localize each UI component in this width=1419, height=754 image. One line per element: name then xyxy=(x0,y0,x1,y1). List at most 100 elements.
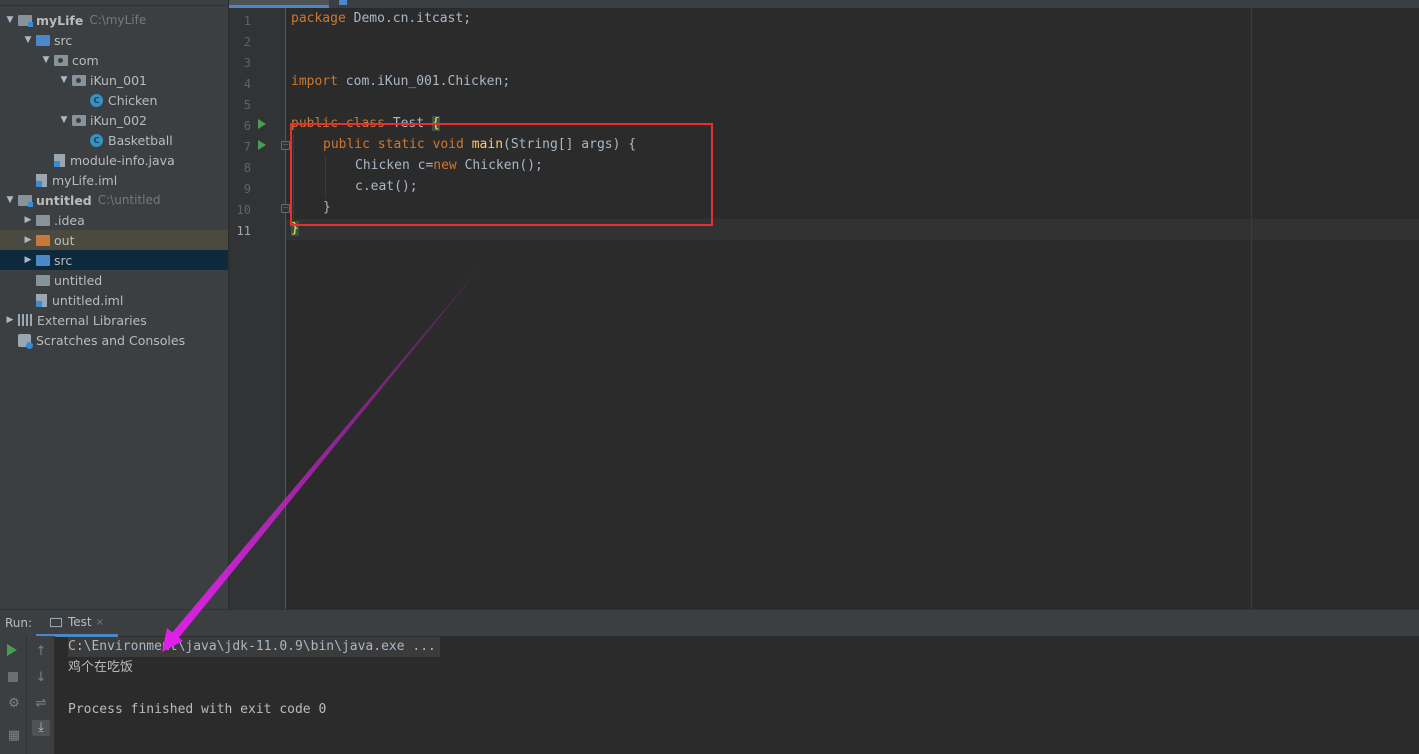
class-icon: C xyxy=(90,93,103,107)
line-number: 7 xyxy=(243,140,251,154)
tree-item-src[interactable]: ▼ src xyxy=(0,30,228,50)
module-folder-icon xyxy=(18,194,33,207)
file-icon xyxy=(36,173,47,187)
console-command-line: C:\Environment\java\jdk-11.0.9\bin\java.… xyxy=(68,637,440,657)
module-folder-icon xyxy=(18,14,33,27)
tree-item-src[interactable]: ▶ src xyxy=(0,250,228,270)
output-folder-icon xyxy=(36,234,50,246)
tree-item-com[interactable]: ▼ com xyxy=(0,50,228,70)
line-number: 9 xyxy=(243,182,251,196)
run-left-toolbar: ⚙ ▦ xyxy=(0,636,27,754)
keyword: package xyxy=(291,11,346,26)
package-icon xyxy=(72,114,86,126)
tree-item-label: untitled xyxy=(36,192,92,208)
chevron-down-icon[interactable]: ▼ xyxy=(4,15,16,25)
soft-wrap-icon[interactable]: ⇌ xyxy=(33,696,49,712)
run-tab-label: Test xyxy=(68,615,92,629)
package-icon xyxy=(54,54,68,66)
chevron-down-icon[interactable]: ▼ xyxy=(58,75,70,85)
gear-icon[interactable]: ⚙ xyxy=(6,696,22,712)
tree-item-mylife[interactable]: ▼ myLife C:\myLife xyxy=(0,10,228,30)
console-output-line: 鸡个在吃饭 xyxy=(68,660,134,675)
tree-item-mylife-iml[interactable]: ▶myLife.iml xyxy=(0,170,228,190)
chevron-right-icon[interactable]: ▶ xyxy=(22,215,34,225)
source-folder-icon xyxy=(36,34,50,46)
tree-item-ikun-002[interactable]: ▼ iKun_002 xyxy=(0,110,228,130)
scroll-to-end-icon[interactable]: ⤓ xyxy=(32,720,50,736)
tree-item-label: com xyxy=(72,52,99,68)
run-main-icon[interactable] xyxy=(258,140,266,150)
chevron-right-icon[interactable]: ▶ xyxy=(22,255,34,265)
tree-item-label: .idea xyxy=(54,212,85,228)
chevron-right-icon[interactable]: ▶ xyxy=(22,235,34,245)
project-header-strip xyxy=(0,0,228,6)
source-folder-icon xyxy=(36,254,50,266)
tree-item-label: src xyxy=(54,252,73,268)
tree-item-label: src xyxy=(54,32,73,48)
package-icon xyxy=(72,74,86,86)
chevron-down-icon[interactable]: ▼ xyxy=(40,55,52,65)
line-number-current: 11 xyxy=(236,224,251,238)
class-icon: C xyxy=(90,133,103,147)
tree-item-untitled-iml[interactable]: ▶untitled.iml xyxy=(0,290,228,310)
file-icon xyxy=(36,293,47,307)
editor-gutter[interactable]: 1 2 3 4 5 6 7 8 9 10 11 − − xyxy=(229,8,290,609)
editor-tab-file-icon[interactable] xyxy=(339,0,347,5)
chevron-down-icon[interactable]: ▼ xyxy=(22,35,34,45)
tree-item-label: Chicken xyxy=(108,92,158,108)
editor-tab-strip xyxy=(229,0,1419,8)
run-console-toolbar: ↑ ↓ ⇌ ⤓ xyxy=(27,636,55,754)
arrow-up-icon[interactable]: ↑ xyxy=(33,644,49,660)
tree-item--idea[interactable]: ▶ .idea xyxy=(0,210,228,230)
line-number: 10 xyxy=(236,203,251,217)
tree-item-label: External Libraries xyxy=(37,312,147,328)
keyword: import xyxy=(291,74,338,89)
console-exit-line: Process finished with exit code 0 xyxy=(68,702,327,717)
tree-item-external-libraries[interactable]: ▶ External Libraries xyxy=(0,310,228,330)
tree-item-label: Scratches and Consoles xyxy=(36,332,186,348)
code-text: com.iKun_001.Chicken; xyxy=(337,74,511,89)
tree-item-out[interactable]: ▶ out xyxy=(0,230,228,250)
code-editor[interactable]: 1 2 3 4 5 6 7 8 9 10 11 − − package Demo… xyxy=(229,0,1419,609)
code-line-1[interactable]: package Demo.cn.itcast; xyxy=(291,8,471,29)
tree-item-untitled[interactable]: ▼ untitled C:\untitled xyxy=(0,190,228,210)
line-number: 2 xyxy=(243,35,251,49)
editor-tab-active[interactable] xyxy=(229,0,329,8)
chevron-down-icon[interactable]: ▼ xyxy=(4,195,16,205)
tree-item-label: myLife.iml xyxy=(52,172,118,188)
folder-icon xyxy=(36,274,50,286)
file-icon xyxy=(54,153,65,167)
fold-minus-icon[interactable]: − xyxy=(281,141,290,150)
tree-item-module-info-java[interactable]: ▶module-info.java xyxy=(0,150,228,170)
fold-end-icon[interactable]: − xyxy=(281,204,290,213)
run-header: Run: Test × xyxy=(0,609,1419,637)
library-icon xyxy=(18,314,32,326)
scratches-icon xyxy=(18,333,33,349)
tree-item-ikun-001[interactable]: ▼ iKun_001 xyxy=(0,70,228,90)
close-icon[interactable]: × xyxy=(96,617,104,628)
tree-item-label: iKun_001 xyxy=(90,72,148,88)
line-number: 5 xyxy=(243,98,251,112)
chevron-down-icon[interactable]: ▼ xyxy=(58,115,70,125)
layout-icon[interactable]: ▦ xyxy=(6,728,22,744)
tree-item-label: untitled.iml xyxy=(52,292,124,308)
code-text: Demo.cn.itcast; xyxy=(345,11,472,26)
tree-item-label: out xyxy=(54,232,75,248)
run-class-icon[interactable] xyxy=(258,119,266,129)
tree-item-label: iKun_002 xyxy=(90,112,148,128)
code-line-4[interactable]: import com.iKun_001.Chicken; xyxy=(291,71,510,92)
tree-item-scratches-and-consoles[interactable]: ▶Scratches and Consoles xyxy=(0,330,228,350)
rerun-icon[interactable] xyxy=(7,644,17,656)
tree-item-label: Basketball xyxy=(108,132,173,148)
arrow-down-icon[interactable]: ↓ xyxy=(33,670,49,686)
run-tool-window: Run: Test × ⚙ ▦ ↑ ↓ ⇌ ⤓ C:\Environment\j… xyxy=(0,609,1419,754)
tree-item-chicken[interactable]: ▶CChicken xyxy=(0,90,228,110)
line-number: 6 xyxy=(243,119,251,133)
stop-icon[interactable] xyxy=(8,672,18,682)
tree-item-basketball[interactable]: ▶CBasketball xyxy=(0,130,228,150)
run-tab-test[interactable]: Test × xyxy=(36,610,118,637)
chevron-right-icon[interactable]: ▶ xyxy=(4,315,16,325)
tree-item-untitled[interactable]: ▶untitled xyxy=(0,270,228,290)
folder-icon xyxy=(36,214,50,226)
annotation-box xyxy=(290,123,713,226)
